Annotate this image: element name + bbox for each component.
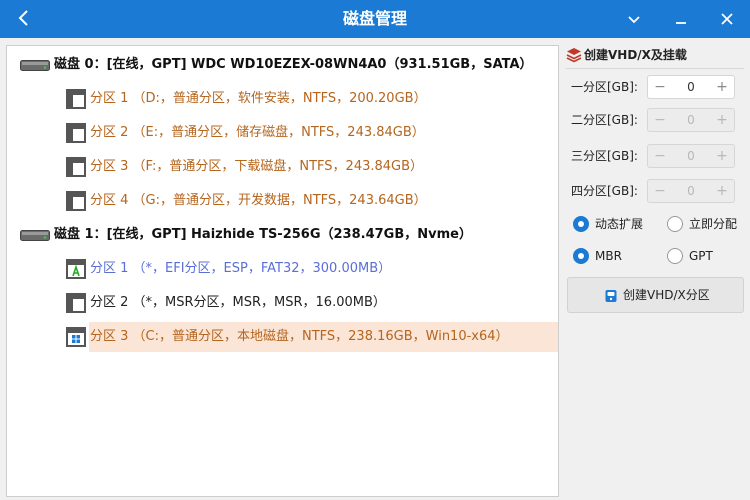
efi-partition-icon xyxy=(66,259,86,279)
hard-disk-icon xyxy=(20,60,50,71)
partition-label: 分区 3 （C:，普通分区，本地磁盘，NTFS，238.16GB，Win10-x… xyxy=(90,329,509,344)
mbr-radio[interactable]: MBR xyxy=(573,246,663,266)
partition-label: 分区 1 （*，EFI分区，ESP，FAT32，300.00MB） xyxy=(90,261,392,276)
partition-label: 分区 4 （G:，普通分区，开发数据，NTFS，243.64GB） xyxy=(90,193,427,208)
partition-size-value[interactable]: 0 xyxy=(672,145,710,167)
back-arrow-icon[interactable] xyxy=(14,6,34,30)
hard-disk-icon xyxy=(20,230,50,241)
partition-size-label: 四分区[GB]: xyxy=(571,184,638,198)
dynamic-expand-radio[interactable]: 动态扩展 xyxy=(573,214,663,234)
disk-row[interactable]: 磁盘 1：[在线，GPT] Haizhide TS-256G（238.47GB，… xyxy=(7,220,558,250)
decrement-button[interactable]: − xyxy=(648,109,672,131)
drive-icon xyxy=(605,290,617,302)
decrement-button[interactable]: − xyxy=(648,76,672,98)
disk-tree: 磁盘 0：[在线，GPT] WDC WD10EZEX-08WN4A0（931.5… xyxy=(6,45,559,497)
vhd-panel-title: 创建VHD/X及挂载 xyxy=(584,48,687,62)
partition-label: 分区 3 （F:，普通分区，下载磁盘，NTFS，243.84GB） xyxy=(90,159,424,174)
layers-icon xyxy=(566,48,582,63)
partition-size-value[interactable]: 0 xyxy=(672,109,710,131)
dynamic-expand-label: 动态扩展 xyxy=(595,217,644,231)
partition-size-stepper[interactable]: − 0 + xyxy=(647,144,735,168)
create-vhd-label: 创建VHD/X分区 xyxy=(623,288,710,302)
partition-row[interactable]: 分区 3 （F:，普通分区，下载磁盘，NTFS，243.84GB） xyxy=(7,152,558,182)
partition-size-value[interactable]: 0 xyxy=(672,180,710,202)
partition-row[interactable]: 分区 2 （E:，普通分区，储存磁盘，NTFS，243.84GB） xyxy=(7,118,558,148)
minimize-icon[interactable] xyxy=(671,9,691,29)
radio-unchecked-icon xyxy=(667,216,683,232)
increment-button[interactable]: + xyxy=(710,76,734,98)
partition-size-row: 一分区[GB]: − 0 + xyxy=(566,75,744,99)
partition-icon xyxy=(66,293,86,313)
radio-checked-icon xyxy=(573,248,589,264)
increment-button[interactable]: + xyxy=(710,180,734,202)
partition-size-stepper[interactable]: − 0 + xyxy=(647,75,735,99)
partition-size-label: 一分区[GB]: xyxy=(571,80,638,94)
close-icon[interactable] xyxy=(717,9,737,29)
partition-icon xyxy=(66,157,86,177)
radio-checked-icon xyxy=(573,216,589,232)
partition-row[interactable]: 分区 1 （D:，普通分区，软件安装，NTFS，200.20GB） xyxy=(7,84,558,114)
fixed-allocate-radio[interactable]: 立即分配 xyxy=(667,214,743,234)
partition-row[interactable]: 分区 2 （*，MSR分区，MSR，MSR，16.00MB） xyxy=(7,288,558,318)
partition-row[interactable]: 分区 4 （G:，普通分区，开发数据，NTFS，243.64GB） xyxy=(7,186,558,216)
partition-size-row: 四分区[GB]: − 0 + xyxy=(566,179,744,203)
partition-icon xyxy=(66,191,86,211)
vhd-panel-header: 创建VHD/X及挂载 xyxy=(566,45,744,65)
increment-button[interactable]: + xyxy=(710,109,734,131)
partition-row[interactable]: 分区 1 （*，EFI分区，ESP，FAT32，300.00MB） xyxy=(7,254,558,284)
partition-label: 分区 1 （D:，普通分区，软件安装，NTFS，200.20GB） xyxy=(90,91,427,106)
decrement-button[interactable]: − xyxy=(648,180,672,202)
partition-size-row: 二分区[GB]: − 0 + xyxy=(566,108,744,132)
mbr-label: MBR xyxy=(595,249,622,263)
divider xyxy=(566,68,744,69)
vhd-panel: 创建VHD/X及挂载 一分区[GB]: − 0 + 二分区[GB]: − 0 +… xyxy=(566,45,744,497)
partition-icon xyxy=(66,123,86,143)
partition-label: 分区 2 （*，MSR分区，MSR，MSR，16.00MB） xyxy=(90,295,386,310)
disk-label: 磁盘 1：[在线，GPT] Haizhide TS-256G（238.47GB，… xyxy=(54,227,472,242)
disk-label: 磁盘 0：[在线，GPT] WDC WD10EZEX-08WN4A0（931.5… xyxy=(54,57,533,72)
disk-row[interactable]: 磁盘 0：[在线，GPT] WDC WD10EZEX-08WN4A0（931.5… xyxy=(7,50,558,80)
partition-size-stepper[interactable]: − 0 + xyxy=(647,179,735,203)
partition-row-selected[interactable]: 分区 3 （C:，普通分区，本地磁盘，NTFS，238.16GB，Win10-x… xyxy=(7,322,558,352)
chevron-down-icon[interactable] xyxy=(624,9,644,29)
partition-size-stepper[interactable]: − 0 + xyxy=(647,108,735,132)
partition-size-label: 三分区[GB]: xyxy=(571,149,638,163)
gpt-label: GPT xyxy=(689,249,713,263)
radio-unchecked-icon xyxy=(667,248,683,264)
partition-icon xyxy=(66,89,86,109)
partition-size-row: 三分区[GB]: − 0 + xyxy=(566,144,744,168)
increment-button[interactable]: + xyxy=(710,145,734,167)
fixed-allocate-label: 立即分配 xyxy=(689,217,738,231)
partition-size-value[interactable]: 0 xyxy=(672,76,710,98)
partition-size-label: 二分区[GB]: xyxy=(571,113,638,127)
decrement-button[interactable]: − xyxy=(648,145,672,167)
create-vhd-button[interactable]: 创建VHD/X分区 xyxy=(567,277,744,313)
partition-label: 分区 2 （E:，普通分区，储存磁盘，NTFS，243.84GB） xyxy=(90,125,425,140)
gpt-radio[interactable]: GPT xyxy=(667,246,743,266)
title-bar: 磁盘管理 xyxy=(0,0,750,38)
windows-partition-icon xyxy=(66,327,86,347)
